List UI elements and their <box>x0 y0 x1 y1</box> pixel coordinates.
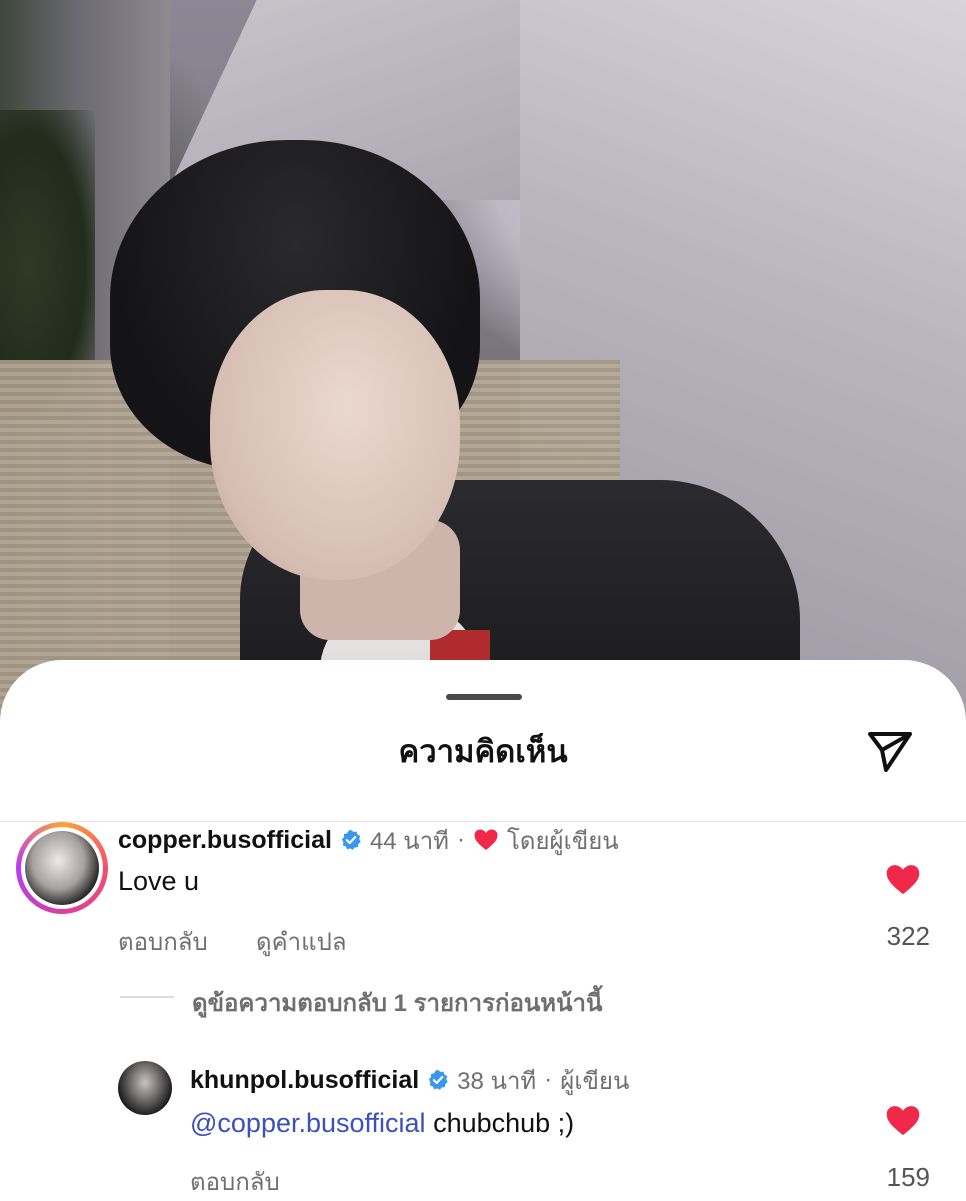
comment-header: copper.busofficial 44 นาที · โดยผู้เขียน <box>118 823 619 857</box>
comment-username[interactable]: copper.busofficial <box>118 826 332 855</box>
reply-body: chubchub ;) <box>433 1108 575 1138</box>
view-previous-replies-button[interactable]: ดูข้อความตอบกลับ 1 รายการก่อนหน้านี้ <box>192 983 602 1022</box>
sheet-drag-handle[interactable] <box>446 694 522 700</box>
comment-time: 44 นาที <box>369 827 450 855</box>
reply-avatar[interactable] <box>118 1061 172 1115</box>
liked-by-author-label: โดยผู้เขียน <box>507 827 619 855</box>
reply-username[interactable]: khunpol.busofficial <box>190 1066 419 1095</box>
reply-text: @copper.busofficial chubchub ;) <box>190 1108 574 1139</box>
reply-button[interactable]: ตอบกลับ <box>190 1162 280 1201</box>
see-translation-button[interactable]: ดูคำแปล <box>256 922 347 961</box>
avatar[interactable] <box>25 831 99 905</box>
sheet-divider <box>0 821 966 822</box>
verified-badge-icon <box>341 829 361 850</box>
send-icon <box>868 732 912 772</box>
meta-separator: · <box>544 1066 553 1093</box>
sheet-title: ความคิดเห็น <box>398 734 568 769</box>
like-count: 322 <box>886 921 930 951</box>
author-label: ผู้เขียน <box>560 1067 630 1095</box>
post-photo <box>0 0 966 720</box>
like-count: 159 <box>886 1162 930 1192</box>
comment-text: Love u <box>118 866 200 896</box>
reply-header: khunpol.busofficial 38 นาที · ผู้เขียน <box>190 1063 629 1097</box>
share-button[interactable] <box>862 722 918 778</box>
reply-button[interactable]: ตอบกลับ <box>118 922 208 961</box>
mention-link[interactable]: @copper.busofficial <box>190 1108 426 1138</box>
avatar-border <box>21 827 103 909</box>
avatar-story-ring[interactable] <box>16 822 108 914</box>
verified-badge-icon <box>429 1069 448 1090</box>
photo-face <box>210 290 460 580</box>
reply-time: 38 นาที <box>457 1067 537 1095</box>
meta-separator: · <box>457 826 466 853</box>
author-heart-icon <box>474 829 498 850</box>
like-heart-icon[interactable] <box>884 863 922 897</box>
like-heart-icon[interactable] <box>884 1104 922 1138</box>
replies-divider-line <box>120 996 174 998</box>
